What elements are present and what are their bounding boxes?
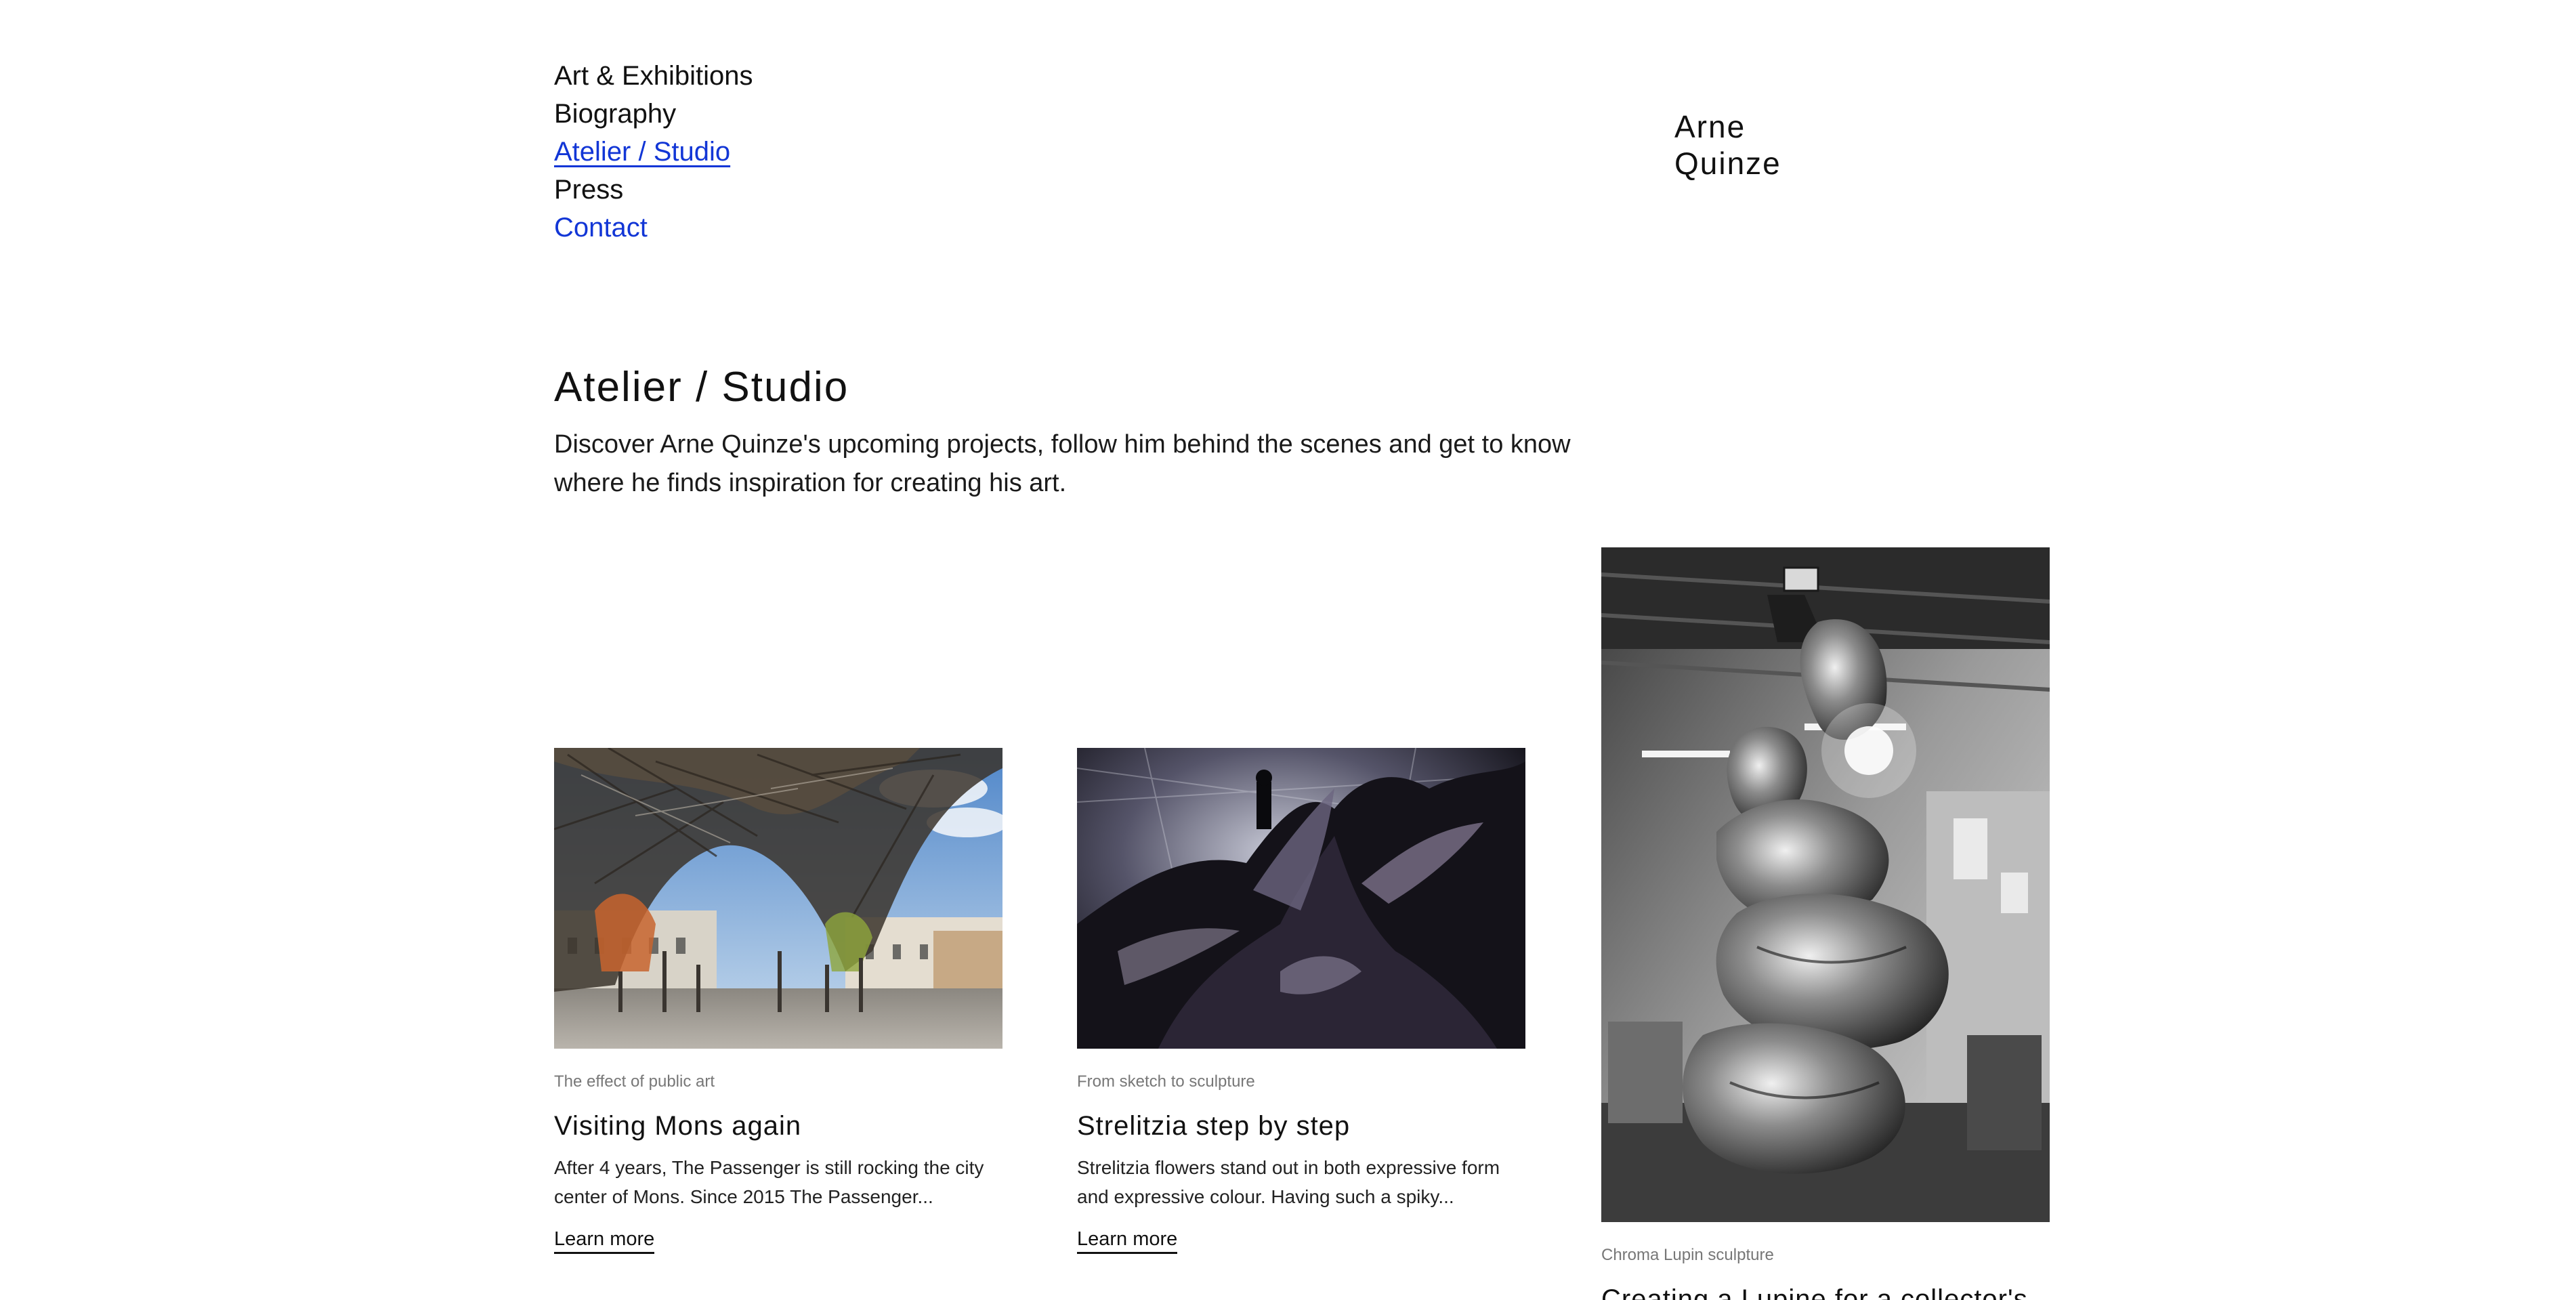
nav-link-contact[interactable]: Contact (554, 213, 648, 243)
logo-line-last: Quinze (1674, 146, 1781, 181)
nav-item-press: Press (554, 171, 753, 209)
page-title: Atelier / Studio (554, 364, 849, 411)
learn-more-link[interactable]: Learn more (554, 1228, 655, 1254)
nav-item-atelier-studio: Atelier / Studio (554, 133, 753, 171)
article-thumbnail[interactable] (1601, 547, 2050, 1222)
article-thumbnail[interactable] (1077, 748, 1525, 1049)
nav-link-atelier-studio[interactable]: Atelier / Studio (554, 137, 730, 167)
steel-sculpture-workshop-photo (1601, 547, 2050, 1222)
learn-more-link[interactable]: Learn more (1077, 1228, 1178, 1254)
nav-link-biography[interactable]: Biography (554, 99, 676, 129)
article-title: Visiting Mons again (554, 1111, 802, 1141)
page-intro: Discover Arne Quinze's upcoming projects… (554, 430, 1571, 497)
page: Art & Exhibitions Biography Atelier / St… (0, 0, 2576, 1300)
article-excerpt: After 4 years, The Passenger is still ro… (554, 1157, 984, 1207)
nav-link-art-exhibitions[interactable]: Art & Exhibitions (554, 61, 753, 91)
dark-metal-sculpture-photo (1077, 748, 1525, 1049)
wooden-installation-photo (554, 748, 1002, 1049)
article-excerpt: Strelitzia flowers stand out in both exp… (1077, 1157, 1500, 1207)
article-thumbnail[interactable] (554, 748, 1002, 1049)
nav-item-contact: Contact (554, 209, 753, 247)
article-card: The effect of public art Visiting Mons a… (554, 748, 1002, 1254)
site-logo[interactable]: Arne Quinze (1674, 108, 1781, 182)
main-nav: Art & Exhibitions Biography Atelier / St… (554, 57, 753, 247)
logo-line-first: Arne (1674, 109, 1746, 144)
article-card: From sketch to sculpture Strelitzia step… (1077, 748, 1525, 1254)
article-title: Creating a Lupine for a collector's (1601, 1284, 2028, 1300)
article-category: The effect of public art (554, 1072, 715, 1091)
article-title: Strelitzia step by step (1077, 1111, 1351, 1141)
article-card: Chroma Lupin sculpture Creating a Lupine… (1601, 547, 2050, 1300)
article-category: Chroma Lupin sculpture (1601, 1246, 1774, 1264)
nav-link-press[interactable]: Press (554, 175, 623, 205)
nav-item-biography: Biography (554, 95, 753, 133)
nav-item-art-exhibitions: Art & Exhibitions (554, 57, 753, 95)
article-category: From sketch to sculpture (1077, 1072, 1255, 1091)
